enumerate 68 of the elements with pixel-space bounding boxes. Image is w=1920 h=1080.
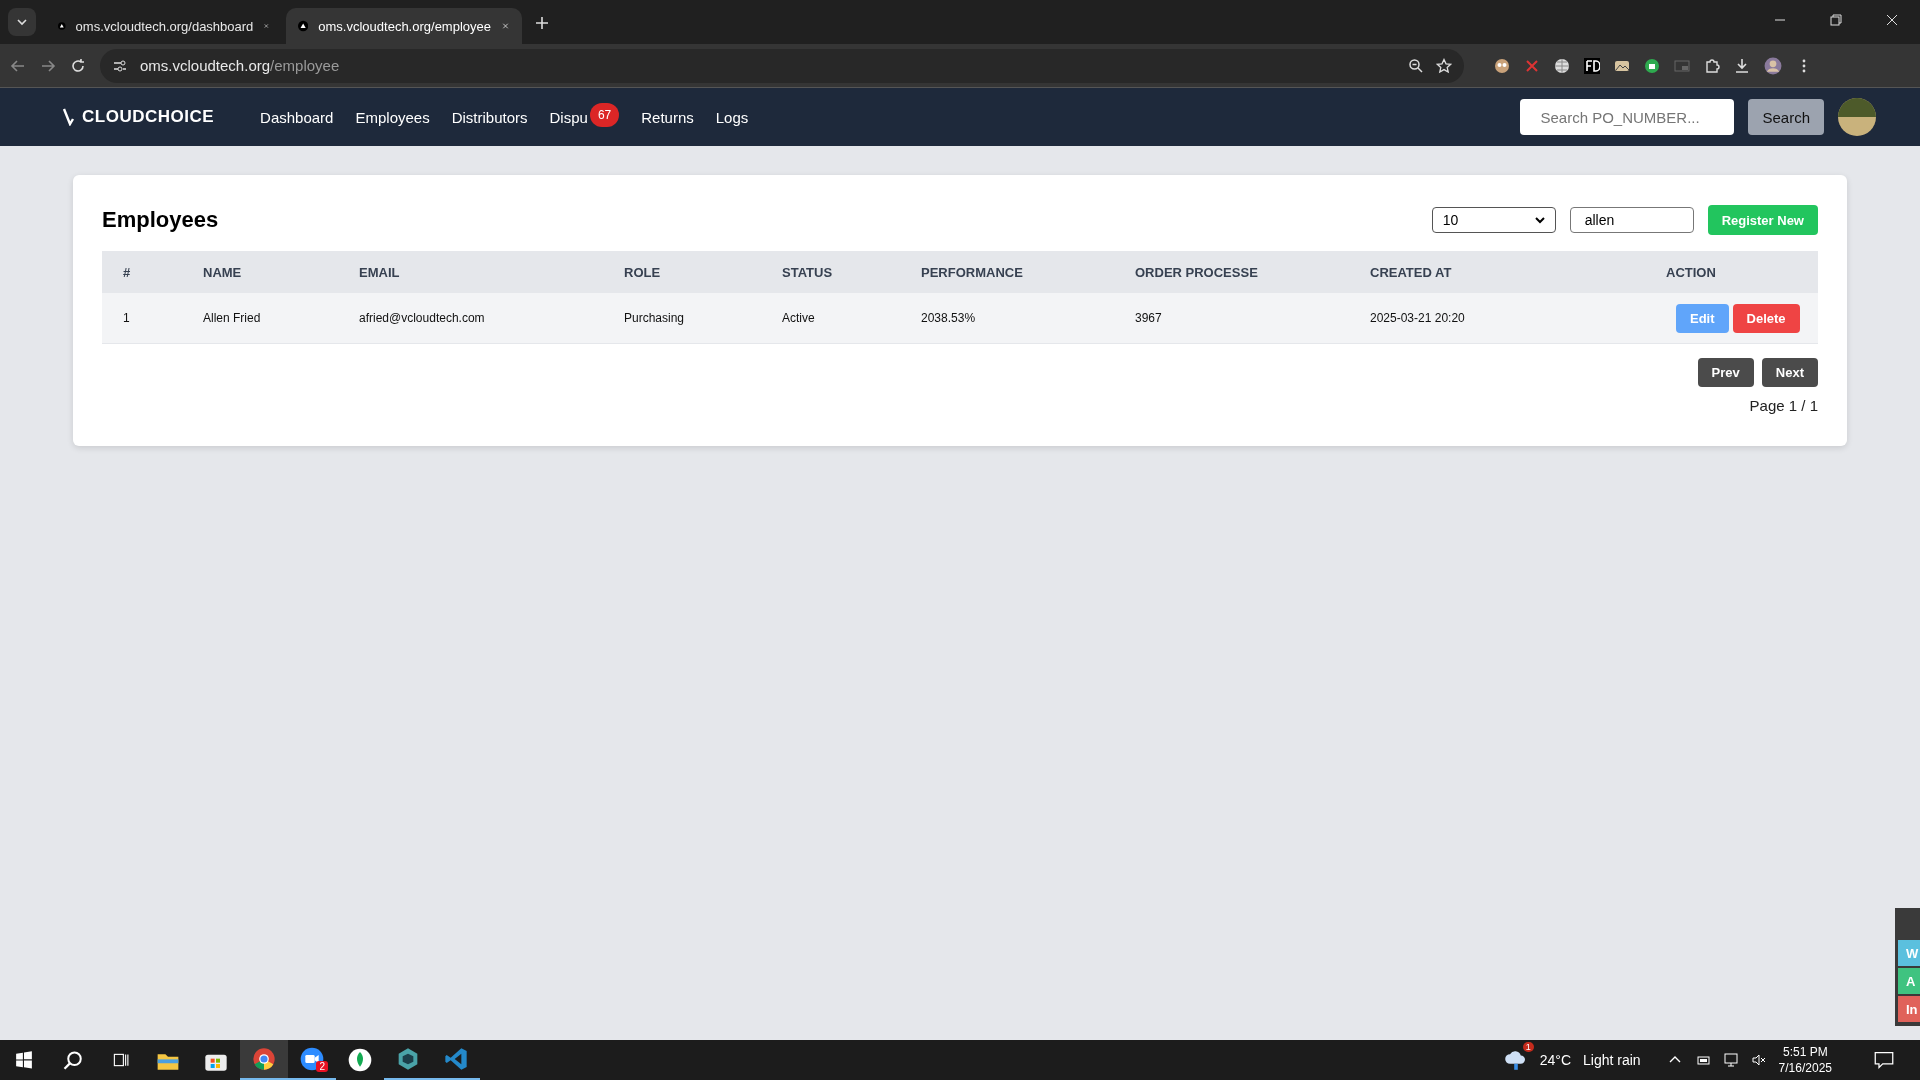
chrome-icon[interactable] bbox=[252, 1047, 276, 1071]
hexagon-icon[interactable] bbox=[396, 1047, 420, 1071]
browser-tab[interactable]: oms.vcloudtech.org/dashboard bbox=[46, 8, 282, 44]
network-icon[interactable] bbox=[1722, 1052, 1739, 1068]
column-header: ORDER PROCESSE bbox=[1135, 251, 1370, 293]
temperature[interactable]: 24°C bbox=[1539, 1052, 1571, 1068]
table-cell: afried@vcloudtech.com bbox=[359, 293, 624, 344]
table-cell: 2025-03-21 20:20 bbox=[1370, 293, 1666, 344]
page-size-dropdown[interactable]: 10 bbox=[1431, 207, 1556, 233]
next-button[interactable]: Next bbox=[1761, 358, 1818, 387]
puzzle-icon[interactable] bbox=[1704, 57, 1720, 74]
search-icon[interactable] bbox=[62, 1050, 82, 1070]
nav-link[interactable]: Logs bbox=[715, 108, 749, 126]
column-header: CREATED AT bbox=[1370, 251, 1666, 293]
filter-field[interactable]: allen bbox=[1569, 207, 1694, 233]
count-badge: 67 bbox=[589, 103, 620, 127]
nav-link[interactable]: Employees bbox=[355, 108, 430, 126]
nav-link[interactable]: Distributors bbox=[451, 108, 528, 126]
leaf-icon[interactable] bbox=[348, 1048, 372, 1072]
column-header: ACTION bbox=[1666, 251, 1818, 293]
task-view-icon[interactable] bbox=[111, 1051, 129, 1069]
column-header: ROLE bbox=[624, 251, 782, 293]
fd-icon[interactable] bbox=[1584, 57, 1600, 74]
search-field[interactable]: Search PO_NUMBER... bbox=[1520, 99, 1735, 135]
cross-icon[interactable] bbox=[1524, 57, 1540, 74]
weather-text[interactable]: Light rain bbox=[1583, 1052, 1641, 1068]
prev-button[interactable]: Prev bbox=[1697, 358, 1754, 387]
table-cell: Active bbox=[782, 293, 921, 344]
table-cell: 2038.53% bbox=[921, 293, 1135, 344]
globe-icon[interactable] bbox=[1554, 57, 1570, 74]
table-cell: 3967 bbox=[1135, 293, 1370, 344]
zoom-icon[interactable] bbox=[1408, 57, 1424, 74]
page-title: Employees bbox=[102, 207, 220, 233]
notification-badge: 1 bbox=[1522, 1041, 1534, 1052]
windows-icon[interactable] bbox=[15, 1051, 33, 1069]
reload-icon[interactable] bbox=[70, 57, 86, 74]
clock[interactable]: 5:51 PM 7/16/2025 bbox=[1778, 1044, 1832, 1076]
download-icon[interactable] bbox=[1734, 57, 1750, 74]
nav-link[interactable]: Returns bbox=[641, 108, 694, 126]
video-camera-icon[interactable] bbox=[300, 1047, 324, 1071]
delete-button[interactable]: Delete bbox=[1732, 303, 1800, 333]
column-header: # bbox=[102, 251, 203, 293]
table-cell: Allen Fried bbox=[203, 293, 359, 344]
column-header: NAME bbox=[203, 251, 359, 293]
site-settings-icon[interactable] bbox=[112, 57, 128, 74]
table-cell: 1 bbox=[102, 293, 203, 344]
column-header: EMAIL bbox=[359, 251, 624, 293]
table-cell: Purchasing bbox=[624, 293, 782, 344]
star-icon[interactable] bbox=[1436, 57, 1452, 74]
column-header: STATUS bbox=[782, 251, 921, 293]
muted-speaker-icon[interactable] bbox=[1750, 1052, 1767, 1068]
search-button[interactable]: Search bbox=[1748, 99, 1824, 135]
nav-link[interactable]: Dispu bbox=[549, 108, 588, 126]
column-header: PERFORMANCE bbox=[921, 251, 1135, 293]
browser-tab[interactable]: oms.vcloudtech.org/employee bbox=[286, 8, 522, 44]
profile-icon[interactable] bbox=[1764, 56, 1782, 75]
nav-link[interactable]: Dashboard bbox=[260, 108, 334, 126]
back-arrow-icon[interactable] bbox=[10, 57, 26, 74]
avatar[interactable] bbox=[1838, 98, 1876, 136]
address-bar[interactable]: oms.vcloudtech.org/employee bbox=[100, 48, 1464, 83]
site-icon bbox=[298, 18, 309, 34]
notification-badge: 2 bbox=[316, 1061, 328, 1072]
forward-arrow-icon[interactable] bbox=[40, 57, 56, 74]
caret-icon bbox=[1534, 216, 1545, 224]
notification-icon[interactable] bbox=[1874, 1050, 1894, 1070]
page-info: Page 1 / 1 bbox=[1749, 397, 1818, 414]
tab-list-button[interactable] bbox=[8, 8, 36, 36]
plus-icon[interactable] bbox=[534, 15, 550, 31]
